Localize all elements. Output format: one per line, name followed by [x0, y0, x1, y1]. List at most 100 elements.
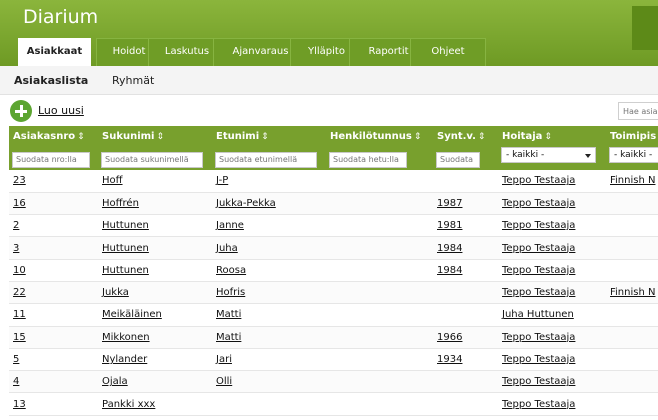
cell-toimipiste-link[interactable]: Finnish N [610, 175, 655, 186]
cell-sukunimi-link[interactable]: Huttunen [102, 220, 149, 231]
cell-etunimi-link[interactable]: Jari [216, 354, 232, 365]
col-header-henkilotunnus[interactable]: Henkilötunnus ⇕ [326, 126, 433, 147]
cell-sukunimi-link[interactable]: Hoffrén [102, 198, 139, 209]
cell-henkilotunnus [326, 303, 433, 327]
cell-etunimi: Matti [212, 326, 326, 349]
cell-syntv-link[interactable]: 1981 [437, 220, 462, 231]
cell-hoitaja-link[interactable]: Teppo Testaaja [502, 243, 575, 254]
cell-etunimi-link[interactable]: Janne [216, 220, 244, 231]
cell-sukunimi-link[interactable]: Meikäläinen [102, 309, 162, 320]
cell-toimipiste-link[interactable]: Finnish N [610, 287, 655, 298]
plus-circle-icon [10, 100, 32, 122]
cell-asiakasnro: 11 [9, 303, 98, 327]
cell-asiakasnro: 4 [9, 370, 98, 394]
cell-sukunimi: Meikäläinen [98, 303, 212, 327]
tab-asiakkaat[interactable]: Asiakkaat [18, 38, 91, 67]
cell-asiakasnro-link[interactable]: 15 [13, 332, 26, 343]
cell-asiakasnro-link[interactable]: 11 [13, 309, 26, 320]
filter-toimipiste-select[interactable]: - kaikki - [609, 147, 658, 163]
filter-sukunimi-input[interactable] [101, 151, 203, 168]
cell-sukunimi-link[interactable]: Nylander [102, 354, 147, 365]
cell-sukunimi: Huttunen [98, 259, 212, 282]
cell-etunimi: Juha [212, 236, 326, 260]
col-header-asiakasnro[interactable]: Asiakasnro ⇕ [9, 126, 98, 147]
subnav-asiakaslista[interactable]: Asiakaslista [14, 74, 88, 87]
cell-asiakasnro-link[interactable]: 16 [13, 198, 26, 209]
cell-syntv-link[interactable]: 1966 [437, 332, 462, 343]
sort-icon: ⇕ [413, 132, 422, 142]
header-action[interactable] [632, 6, 658, 50]
filter-hoitaja-select[interactable]: - kaikki - [501, 147, 596, 163]
cell-hoitaja-link[interactable]: Teppo Testaaja [502, 354, 575, 365]
cell-sukunimi-link[interactable]: Huttunen [102, 243, 149, 254]
cell-toimipiste [606, 303, 658, 327]
cell-etunimi-link[interactable]: Roosa [216, 265, 246, 276]
cell-sukunimi-link[interactable]: Huttunen [102, 265, 149, 276]
subnav-ryhmat[interactable]: Ryhmät [112, 74, 154, 87]
cell-hoitaja-link[interactable]: Teppo Testaaja [502, 399, 575, 410]
cell-etunimi-link[interactable]: Jukka-Pekka [216, 198, 276, 209]
cell-hoitaja-link[interactable]: Juha Huttunen [502, 309, 574, 320]
cell-asiakasnro-link[interactable]: 22 [13, 287, 26, 298]
cell-sukunimi: Nylander [98, 348, 212, 372]
cell-asiakasnro-link[interactable]: 2 [13, 220, 19, 231]
filter-etunimi-input[interactable] [215, 151, 317, 168]
col-header-syntv[interactable]: Synt.v. ⇕ [433, 126, 498, 147]
cell-asiakasnro: 10 [9, 259, 98, 282]
col-header-toimipiste[interactable]: Toimipis [606, 126, 658, 147]
col-header-sukunimi[interactable]: Sukunimi ⇕ [98, 126, 212, 147]
cell-etunimi-link[interactable]: Matti [216, 309, 241, 320]
filter-syntv-input[interactable] [436, 151, 480, 168]
cell-henkilotunnus [326, 392, 433, 416]
cell-hoitaja-link[interactable]: Teppo Testaaja [502, 332, 575, 343]
table-row: 15 Mikkonen Matti 1966 Teppo Testaaja [9, 326, 658, 349]
filter-hetu-input[interactable] [329, 151, 407, 168]
cell-etunimi-link[interactable]: Juha [216, 243, 238, 254]
cell-sukunimi-link[interactable]: Jukka [102, 287, 129, 298]
cell-asiakasnro-link[interactable]: 4 [13, 376, 19, 387]
cell-asiakasnro-link[interactable]: 10 [13, 265, 26, 276]
cell-etunimi-link[interactable]: J-P [216, 175, 228, 186]
select-value: - kaikki - [614, 150, 653, 160]
cell-henkilotunnus [326, 326, 433, 349]
cell-asiakasnro-link[interactable]: 13 [13, 399, 26, 410]
filter-cell [326, 147, 433, 170]
cell-etunimi-link[interactable]: Matti [216, 332, 241, 343]
cell-hoitaja-link[interactable]: Teppo Testaaja [502, 376, 575, 387]
cell-syntv [433, 170, 498, 193]
cell-syntv-link[interactable]: 1984 [437, 243, 462, 254]
cell-asiakasnro-link[interactable]: 3 [13, 243, 19, 254]
cell-hoitaja-link[interactable]: Teppo Testaaja [502, 220, 575, 231]
table-row: 22 Jukka Hofris Teppo Testaaja Finnish N [9, 281, 658, 305]
cell-asiakasnro-link[interactable]: 23 [13, 175, 26, 186]
cell-hoitaja-link[interactable]: Teppo Testaaja [502, 198, 575, 209]
cell-etunimi-link[interactable]: Olli [216, 376, 232, 387]
cell-toimipiste: Finnish N [606, 281, 658, 305]
cell-hoitaja-link[interactable]: Teppo Testaaja [502, 175, 575, 186]
cell-toimipiste [606, 236, 658, 260]
cell-hoitaja: Juha Huttunen [498, 303, 606, 327]
filter-nro-input[interactable] [12, 151, 90, 168]
cell-henkilotunnus [326, 370, 433, 394]
new-customer-label: Luo uusi [38, 104, 84, 117]
col-header-etunimi[interactable]: Etunimi ⇕ [212, 126, 326, 147]
cell-syntv-link[interactable]: 1984 [437, 265, 462, 276]
cell-asiakasnro: 2 [9, 214, 98, 238]
tab-ohjeet[interactable]: Ohjeet [410, 38, 486, 66]
cell-sukunimi-link[interactable]: Mikkonen [102, 332, 150, 343]
cell-hoitaja-link[interactable]: Teppo Testaaja [502, 265, 575, 276]
cell-sukunimi-link[interactable]: Pankki xxx [102, 399, 155, 410]
cell-asiakasnro-link[interactable]: 5 [13, 354, 19, 365]
sort-icon: ⇕ [156, 132, 165, 142]
cell-sukunimi-link[interactable]: Ojala [102, 376, 128, 387]
cell-syntv-link[interactable]: 1987 [437, 198, 462, 209]
global-search-input[interactable] [618, 102, 658, 120]
table-row: 23 Hoff J-P Teppo Testaaja Finnish N [9, 170, 658, 193]
filter-cell: - kaikki - [606, 147, 658, 170]
cell-etunimi-link[interactable]: Hofris [216, 287, 245, 298]
cell-syntv-link[interactable]: 1934 [437, 354, 462, 365]
cell-hoitaja-link[interactable]: Teppo Testaaja [502, 287, 575, 298]
col-header-hoitaja[interactable]: Hoitaja ⇕ [498, 126, 606, 147]
cell-hoitaja: Teppo Testaaja [498, 259, 606, 282]
cell-sukunimi-link[interactable]: Hoff [102, 175, 123, 186]
